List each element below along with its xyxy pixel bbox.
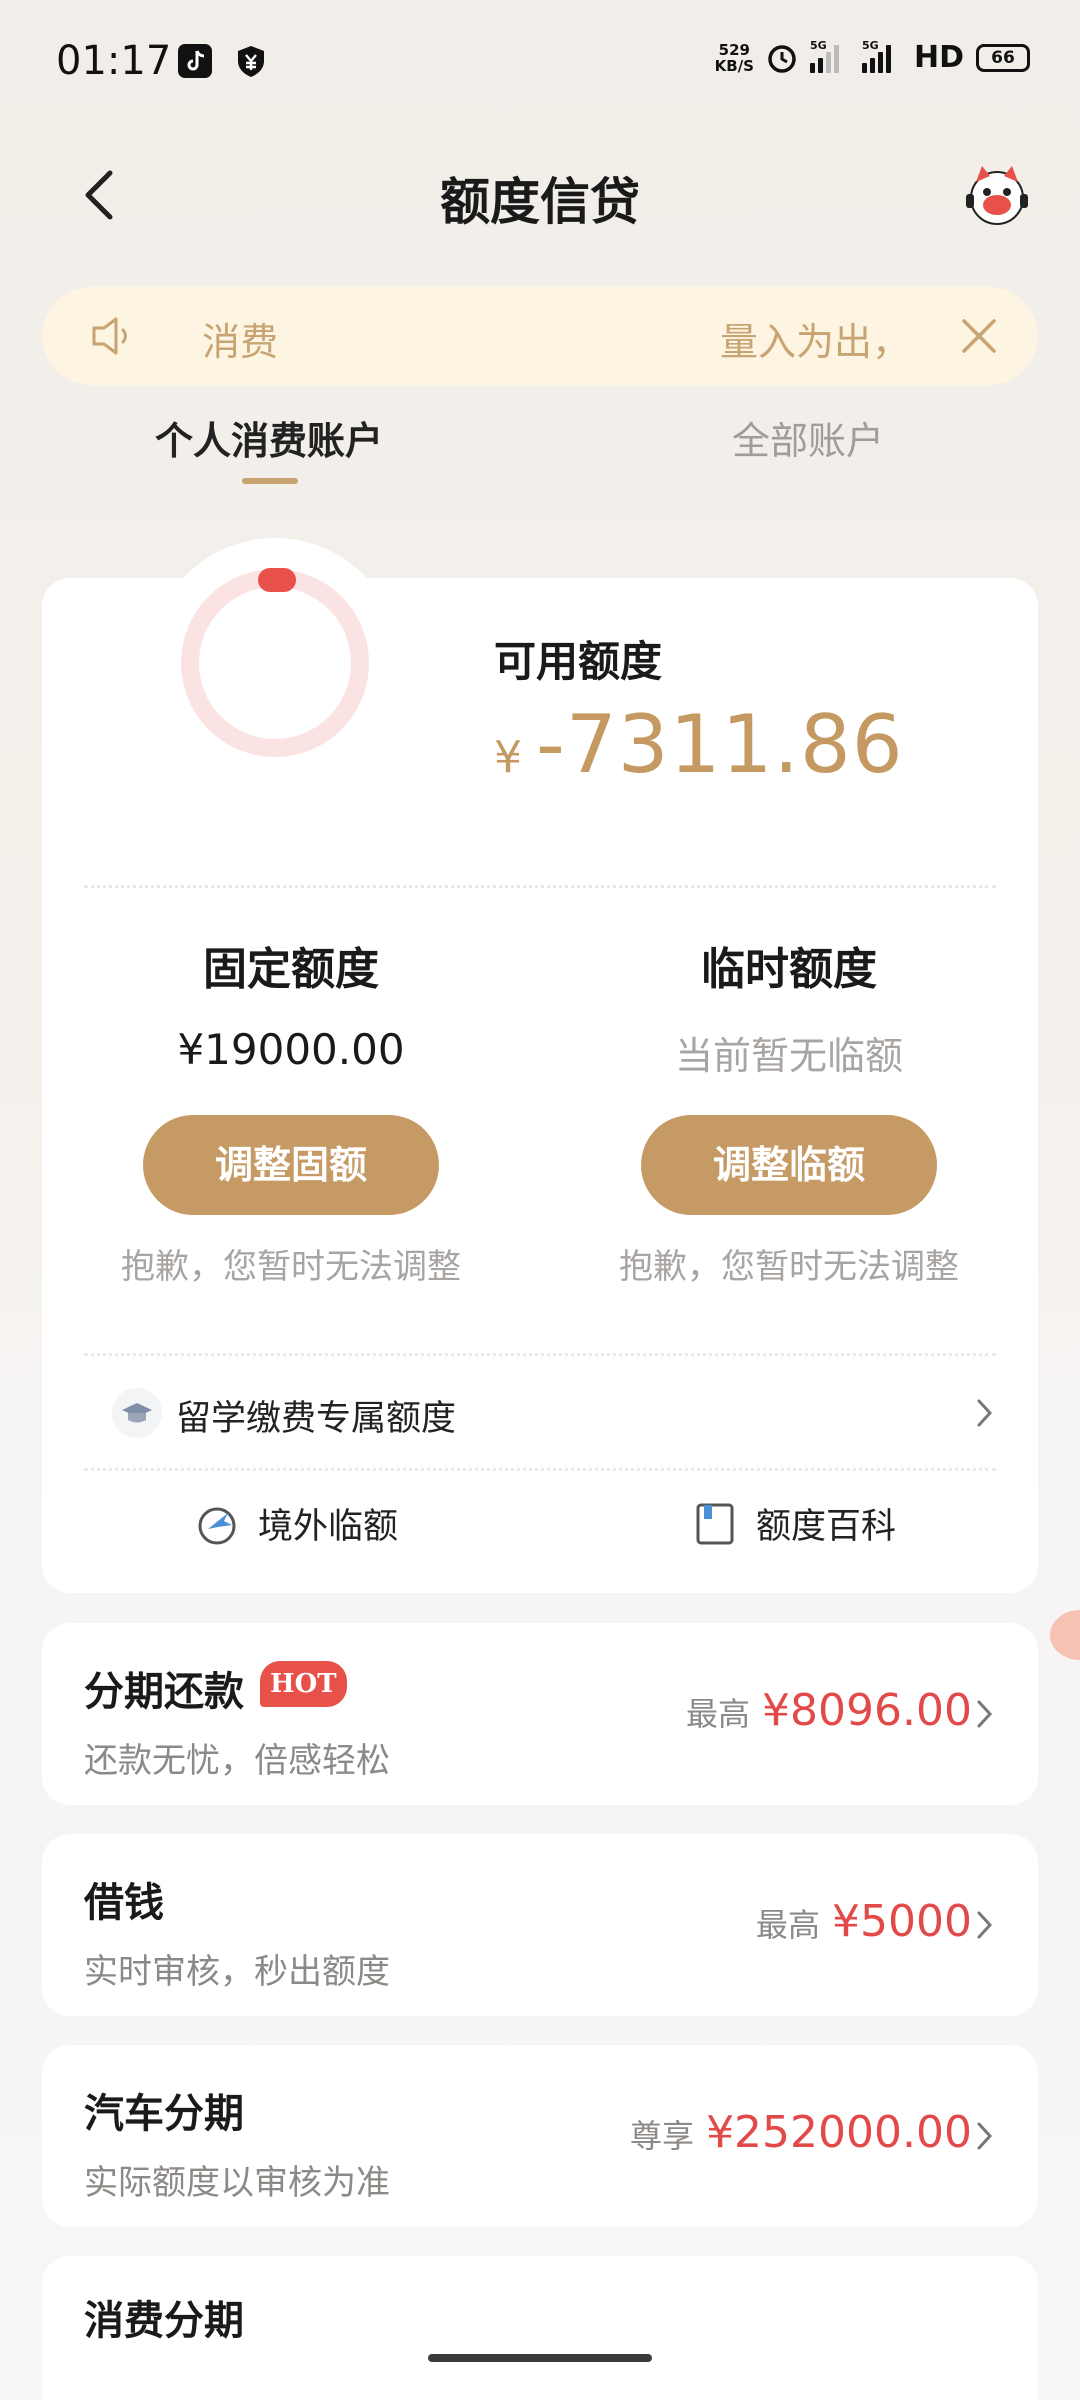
fixed-credit-note: 抱歉，您暂时无法调整 (121, 1247, 461, 1287)
signal-2-label: 5G (861, 38, 879, 52)
temporary-credit-title: 临时额度 (701, 944, 877, 995)
product-amount: ¥5000 (832, 1896, 972, 1947)
chevron-right-icon (977, 1399, 993, 1427)
fixed-credit-title: 固定额度 (203, 944, 379, 995)
signal-1-label: 5G (809, 38, 827, 52)
close-icon[interactable] (958, 315, 1000, 357)
credit-encyclopedia-link[interactable]: 额度百科 (692, 1498, 896, 1549)
study-abroad-credit-row[interactable]: 留学缴费专属额度 (42, 1368, 1038, 1458)
study-abroad-label: 留学缴费专属额度 (176, 1399, 457, 1439)
product-amount-group: 最高 ¥5000 (756, 1896, 972, 1947)
tab-personal-consumption[interactable]: 个人消费账户 (155, 410, 383, 465)
status-time: 01:17 (56, 38, 172, 84)
battery-icon: 66 (976, 43, 1030, 72)
product-borrow-money[interactable]: 借钱 实时审核，秒出额度 最高 ¥5000 (42, 1834, 1038, 2016)
alarm-icon (768, 44, 796, 73)
notice-bar[interactable]: 消费 量入为出， (42, 287, 1038, 385)
customer-service-mascot-icon[interactable] (962, 160, 1032, 230)
product-amount-group: 尊享 ¥252000.00 (630, 2107, 972, 2158)
status-indicators: 529 KB/S 5G 5G HD 66 (715, 39, 1030, 75)
quick-links-row: 境外临额 额度百科 (42, 1488, 1038, 1568)
plane-globe-icon (198, 1507, 236, 1544)
temporary-credit-value: 当前暂无临额 (674, 1034, 903, 1078)
temporary-credit-column: 临时额度 当前暂无临额 调整临额 抱歉，您暂时无法调整 (540, 933, 1038, 1288)
product-car-installment[interactable]: 汽车分期 实际额度以审核为准 尊享 ¥252000.00 (42, 2045, 1038, 2227)
notice-label: 消费 (202, 320, 279, 364)
notice-text: 量入为出， (719, 320, 910, 364)
chevron-right-icon (977, 2122, 993, 2150)
divider (84, 885, 996, 888)
tiktok-icon (178, 44, 212, 78)
home-indicator[interactable] (428, 2354, 652, 2362)
product-installment-repayment[interactable]: 分期还款 HOT 还款无忧，倍感轻松 最高 ¥8096.00 (42, 1623, 1038, 1805)
product-title: 分期还款 (84, 1669, 244, 1715)
product-title: 消费分期 (84, 2298, 244, 2344)
product-amount: ¥8096.00 (762, 1685, 972, 1736)
chevron-right-icon (977, 1911, 993, 1939)
app-root: 01:17 529 KB/S 5G 5G HD 66 额度信贷 消费 量入为出，… (0, 0, 1080, 2400)
product-subtitle: 实际额度以审核为准 (84, 2163, 390, 2203)
adjust-fixed-credit-button[interactable]: 调整固额 (143, 1115, 439, 1215)
ring-marker (258, 568, 296, 592)
chevron-right-icon (977, 1700, 993, 1728)
overseas-temp-credit-label: 境外临额 (258, 1507, 399, 1547)
credit-usage-ring (152, 540, 398, 786)
header: 额度信贷 (0, 150, 1080, 240)
net-speed-value: 529 (718, 40, 750, 59)
graduation-cap-icon (112, 1388, 162, 1438)
available-credit-amount: ¥ -7311.86 (494, 698, 904, 791)
fixed-credit-value: ¥19000.00 (177, 1025, 405, 1074)
product-amount-group: 最高 ¥8096.00 (686, 1685, 972, 1736)
hot-badge: HOT (260, 1661, 347, 1707)
product-title: 借钱 (84, 1880, 164, 1926)
status-bar: 01:17 529 KB/S 5G 5G HD 66 (0, 0, 1080, 125)
credit-card-panel: 可用额度 ¥ -7311.86 固定额度 ¥19000.00 调整固额 抱歉，您暂… (42, 538, 1038, 1593)
page-title: 额度信贷 (440, 173, 640, 231)
divider (84, 1353, 996, 1356)
floating-widget[interactable] (1050, 1610, 1080, 1660)
product-consumer-installment[interactable]: 消费分期 (42, 2256, 1038, 2400)
adjust-temporary-credit-button[interactable]: 调整临额 (641, 1115, 937, 1215)
product-subtitle: 实时审核，秒出额度 (84, 1952, 390, 1992)
network-speed: 529 KB/S (715, 42, 754, 74)
speaker-icon (92, 317, 127, 355)
book-icon (696, 1503, 734, 1544)
active-tab-indicator (242, 478, 298, 484)
credit-encyclopedia-label: 额度百科 (756, 1507, 897, 1547)
product-subtitle: 还款无忧，倍感轻松 (84, 1741, 390, 1781)
shield-yen-icon (238, 46, 264, 77)
product-amount: ¥252000.00 (706, 2107, 972, 2158)
available-credit-label: 可用额度 (494, 637, 663, 686)
hd-indicator: HD (913, 40, 964, 75)
currency-symbol: ¥ (494, 732, 522, 783)
account-tabs: 个人消费账户 全部账户 (0, 410, 1080, 490)
fixed-credit-column: 固定额度 ¥19000.00 调整固额 抱歉，您暂时无法调整 (42, 933, 540, 1288)
amount-prefix: 最高 (686, 1695, 751, 1733)
overseas-temp-credit-link[interactable]: 境外临额 (194, 1498, 398, 1549)
tab-all-accounts[interactable]: 全部账户 (732, 410, 884, 465)
signal-5g-1-icon: 5G (809, 39, 850, 73)
temporary-credit-note: 抱歉，您暂时无法调整 (619, 1247, 959, 1287)
product-title: 汽车分期 (84, 2091, 244, 2137)
signal-5g-2-icon: 5G (861, 39, 902, 73)
net-speed-unit: KB/S (714, 56, 754, 75)
amount-prefix: 最高 (756, 1906, 821, 1944)
divider (84, 1468, 996, 1471)
amount-prefix: 尊享 (630, 2117, 695, 2155)
available-amount-value: -7311.86 (536, 698, 904, 791)
